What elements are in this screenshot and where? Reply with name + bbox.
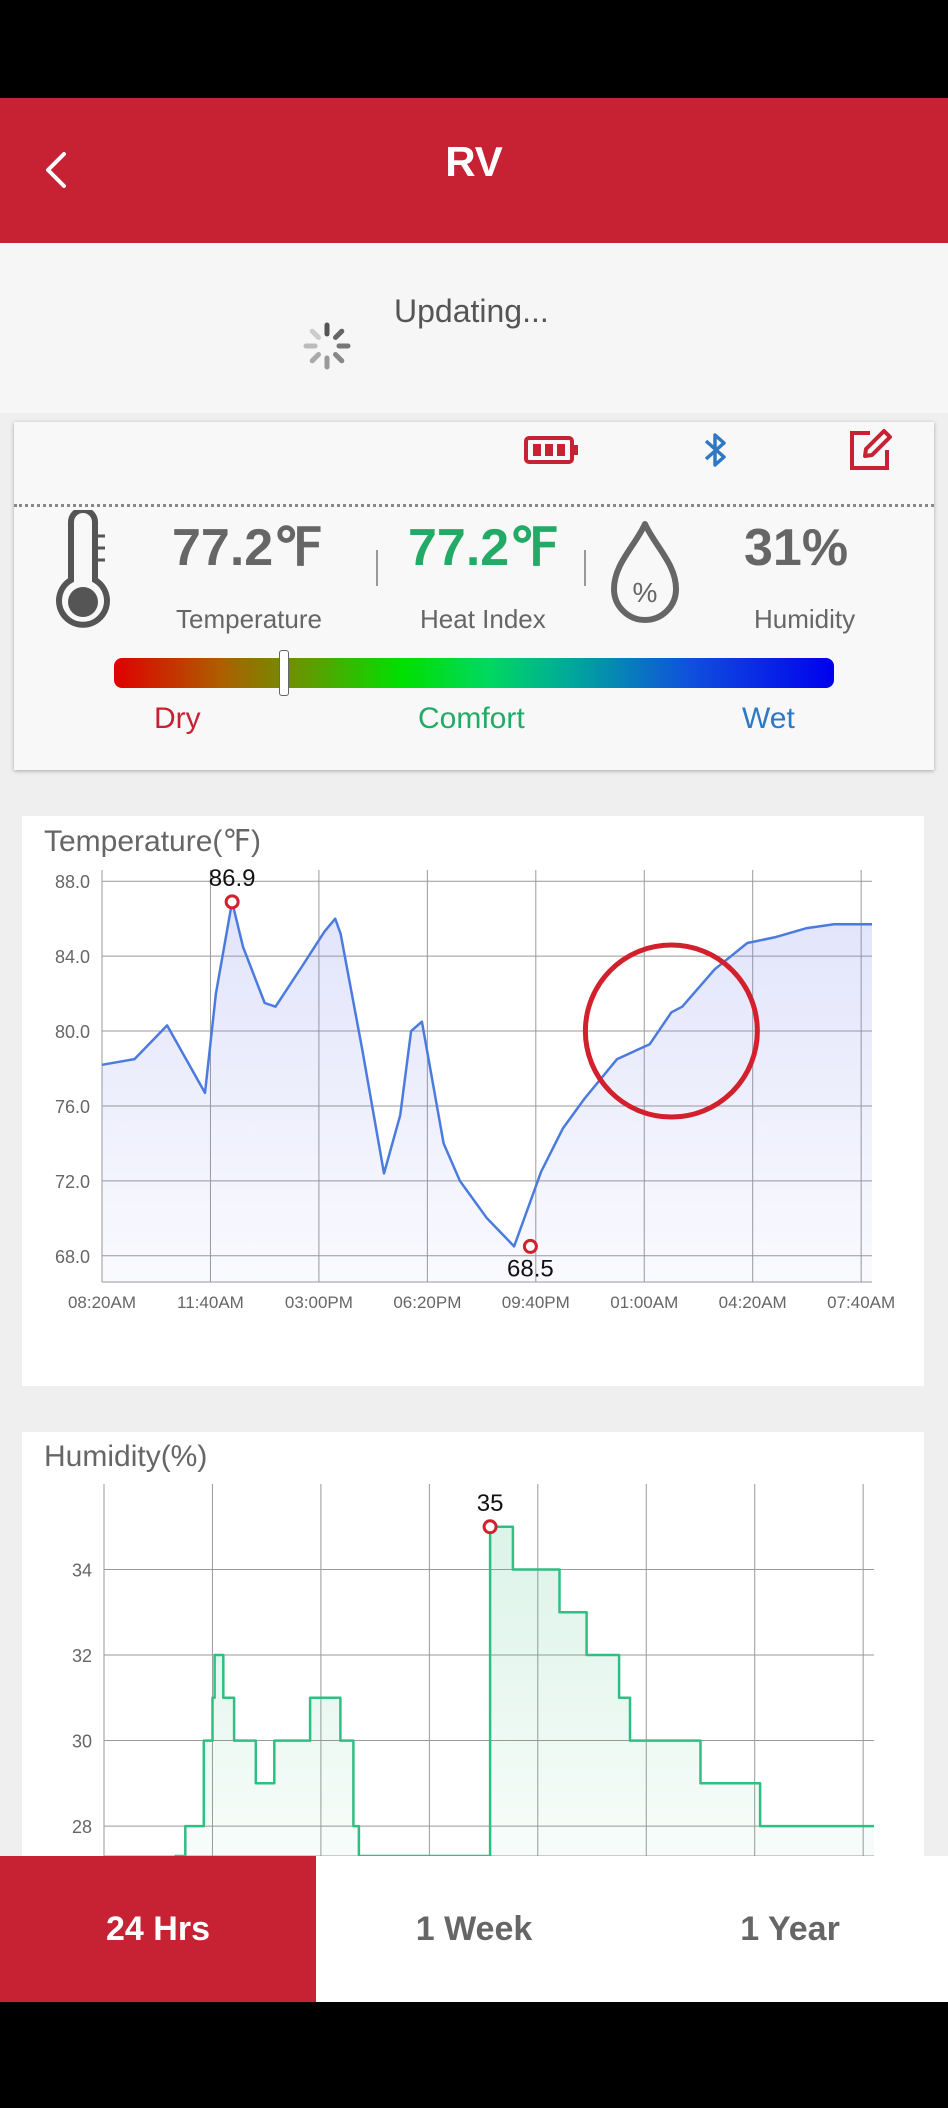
temperature-label: Temperature [176,604,322,634]
y-tick-label: 80.0 [55,1022,90,1042]
max-marker [224,894,240,910]
bluetooth-icon[interactable] [698,430,734,470]
min-marker [522,1238,538,1254]
tab-1-year[interactable]: 1 Year [632,1856,948,2002]
y-tick-label: 28 [72,1817,92,1837]
temperature-value: 77.2℉ [172,519,323,577]
humidity-drop-icon: % [611,521,679,623]
y-tick-label: 72.0 [55,1172,90,1192]
max-value-label: 35 [477,1490,504,1517]
comfort-marker [279,650,290,696]
series-area [174,1526,875,1856]
updating-text: Updating... [394,293,549,329]
updating-banner: Updating... [0,243,948,413]
header: RV [0,98,948,243]
heat-index-label: Heat Index [420,604,546,634]
y-tick-label: 68.0 [55,1247,90,1267]
y-tick-label: 84.0 [55,947,90,967]
humidity-chart-card: Humidity(%) 28 30 32 34 35 [22,1432,924,1856]
x-tick-label: 06:20PM [393,1293,461,1312]
max-marker [482,1519,498,1535]
y-tick-label: 32 [72,1646,92,1666]
temperature-chart: 68.0 72.0 76.0 80.0 84.0 88.0 08:20AM 11:40AM 03… [55,865,895,1312]
value-divider [584,550,586,586]
y-tick-label: 88.0 [55,872,90,892]
tab-24-hrs[interactable]: 24 Hrs [0,1856,316,2002]
series-area [102,901,872,1282]
tab-1-week[interactable]: 1 Week [316,1856,632,2002]
y-tick-label: 76.0 [55,1097,90,1117]
x-tick-label: 07:40AM [827,1293,895,1312]
system-nav-bar [0,2002,948,2108]
x-tick-label: 03:00PM [285,1293,353,1312]
range-tabs: 24 Hrs 1 Week 1 Year [0,1856,948,2002]
edit-icon[interactable] [846,428,892,474]
comfort-label: Comfort [418,702,525,735]
value-divider [376,550,378,586]
y-tick-label: 30 [72,1732,92,1752]
comfort-scale-bar [114,658,834,688]
min-value-label: 68.5 [507,1255,554,1282]
divider-line [14,504,934,507]
battery-icon [524,436,578,464]
y-tick-label: 34 [72,1561,92,1581]
x-tick-label: 08:20AM [68,1293,136,1312]
dry-label: Dry [154,702,201,735]
humidity-percent-glyph: % [633,577,658,608]
x-tick-label: 09:40PM [502,1293,570,1312]
humidity-value: 31% [744,519,849,577]
x-tick-label: 01:00AM [610,1293,678,1312]
x-tick-label: 04:20AM [719,1293,787,1312]
status-bar [0,0,948,98]
sensor-card: 77.2℉ Temperature 77.2℉ Heat Index % 31%… [14,422,934,770]
thermometer-icon [56,510,110,628]
heat-index-value: 77.2℉ [408,519,559,577]
temperature-chart-card: Temperature(℉) 68.0 72.0 76.0 80.0 84.0 88.0 0… [22,816,924,1386]
spinner-icon [303,322,351,370]
app: RV Updating... 77.2℉ Temperature 77.2℉ H… [0,98,948,2002]
page-title: RV [445,138,503,185]
x-tick-label: 11:40AM [177,1293,244,1312]
humidity-label: Humidity [754,604,856,634]
humidity-chart: 28 30 32 34 35 [72,1484,875,1856]
max-value-label: 86.9 [209,865,256,892]
wet-label: Wet [742,702,795,735]
